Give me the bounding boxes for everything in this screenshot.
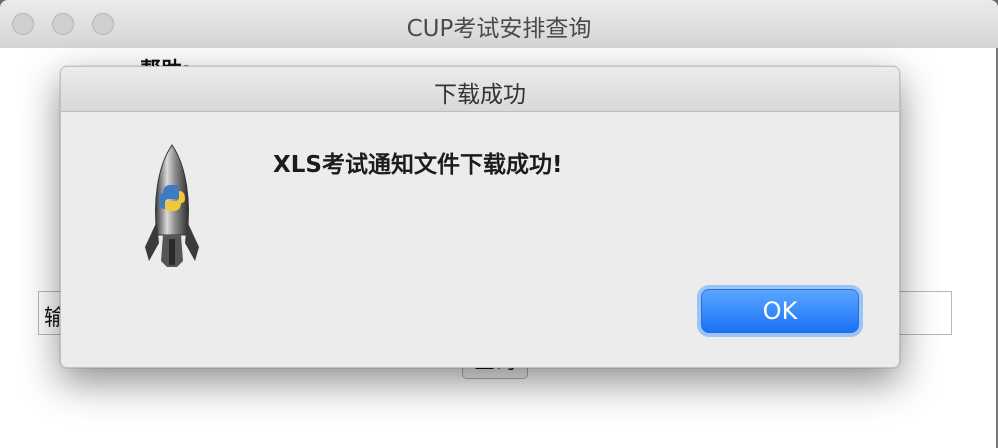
ok-button[interactable]: OK [701, 289, 859, 333]
dialog-titlebar[interactable]: 下载成功 [61, 67, 899, 112]
window-titlebar[interactable]: CUP考试安排查询 [0, 0, 998, 49]
dialog-title: 下载成功 [434, 82, 526, 108]
dialog-message: XLS考试通知文件下载成功! [273, 152, 563, 178]
python-launcher-rocket-icon [145, 144, 199, 267]
window-title: CUP考试安排查询 [406, 16, 592, 42]
download-success-dialog: 下载成功 XLS考试通知文件下载成功! OK [60, 66, 900, 368]
